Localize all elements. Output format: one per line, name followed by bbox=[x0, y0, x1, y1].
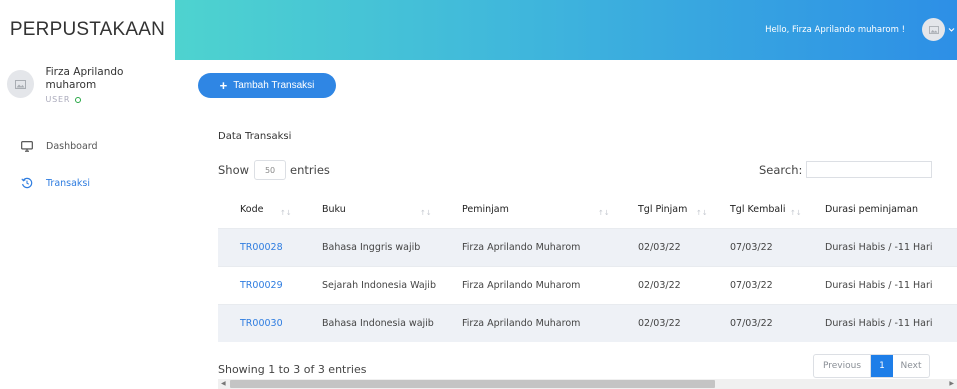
table-cell-buku: Bahasa Inggris wajib bbox=[300, 227, 440, 266]
previous-page-button[interactable]: Previous bbox=[814, 355, 871, 377]
greeting-text: Hello, Firza Aprilando muharom ! bbox=[765, 25, 905, 35]
column-header-durasi[interactable]: Durasi peminjaman bbox=[803, 193, 957, 228]
table-cell-tgl-kembali: 07/03/22 bbox=[708, 303, 803, 342]
next-page-button[interactable]: Next bbox=[893, 355, 929, 377]
image-placeholder-icon bbox=[928, 25, 939, 34]
user-name: Firza Aprilando muharom bbox=[45, 66, 124, 91]
top-navbar: Hello, Firza Aprilando muharom ! bbox=[175, 0, 957, 60]
table-cell-tgl-pinjam: 02/03/22 bbox=[616, 265, 708, 304]
table-cell-peminjam: Firza Aprilando Muharom bbox=[440, 227, 616, 266]
online-status-icon bbox=[75, 96, 82, 103]
sidebar-item-dashboard[interactable]: Dashboard bbox=[20, 139, 98, 153]
scroll-left-icon[interactable]: ◀ bbox=[221, 380, 226, 387]
column-header-tgl-kembali[interactable]: Tgl Kembali ↑↓ bbox=[708, 193, 803, 228]
user-profile: Firza Aprilando muharom USER bbox=[7, 66, 175, 104]
table-cell-tgl-pinjam: 02/03/22 bbox=[616, 303, 708, 342]
sort-icon: ↑↓ bbox=[790, 209, 802, 217]
brand-title: PERPUSTAKAAN bbox=[9, 19, 166, 40]
user-avatar-button[interactable] bbox=[922, 18, 945, 41]
history-icon bbox=[20, 176, 34, 190]
table-row: TR00030 Bahasa Indonesia wajib Firza Apr… bbox=[218, 303, 957, 342]
transaction-code-link[interactable]: TR00028 bbox=[218, 227, 300, 266]
table-row: TR00029 Sejarah Indonesia Wajib Firza Ap… bbox=[218, 265, 957, 304]
add-transaction-button[interactable]: + Tambah Transaksi bbox=[198, 73, 336, 98]
table-cell-peminjam: Firza Aprilando Muharom bbox=[440, 303, 616, 342]
transactions-table: Kode ↑↓ Buku ↑↓ Peminjam ↑↓ Tgl Pinjam ↑↓ Tg… bbox=[218, 193, 957, 342]
table-cell-peminjam: Firza Aprilando Muharom bbox=[440, 265, 616, 304]
plus-icon: + bbox=[219, 78, 228, 93]
sidebar: PERPUSTAKAAN Firza Aprilando muharom USE… bbox=[0, 0, 175, 389]
table-cell-buku: Sejarah Indonesia Wajib bbox=[300, 265, 440, 304]
page-1-button[interactable]: 1 bbox=[871, 355, 893, 377]
sidebar-item-transaksi[interactable]: Transaksi bbox=[20, 176, 90, 190]
column-header-tgl-pinjam[interactable]: Tgl Pinjam ↑↓ bbox=[616, 193, 708, 228]
table-cell-durasi: Durasi Habis / -11 Hari bbox=[803, 303, 957, 342]
chevron-down-icon[interactable] bbox=[948, 26, 955, 33]
search-control: Search: bbox=[759, 161, 933, 178]
entries-label: entries bbox=[290, 163, 330, 177]
card-title: Data Transaksi bbox=[218, 131, 292, 142]
sort-icon: ↑↓ bbox=[696, 209, 708, 217]
pagination: Previous 1 Next bbox=[813, 354, 930, 378]
entries-length-control: Show 50 entries bbox=[218, 160, 330, 180]
table-cell-durasi: Durasi Habis / -11 Hari bbox=[803, 227, 957, 266]
horizontal-scrollbar[interactable]: ◀ ▶ bbox=[218, 379, 957, 389]
sidebar-item-label: Transaksi bbox=[46, 177, 91, 189]
table-info: Showing 1 to 3 of 3 entries bbox=[218, 363, 367, 376]
table-row: TR00028 Bahasa Inggris wajib Firza April… bbox=[218, 227, 957, 266]
scrollbar-thumb[interactable] bbox=[230, 380, 715, 388]
table-cell-tgl-kembali: 07/03/22 bbox=[708, 227, 803, 266]
table-cell-buku: Bahasa Indonesia wajib bbox=[300, 303, 440, 342]
table-cell-durasi: Durasi Habis / -11 Hari bbox=[803, 265, 957, 304]
column-header-buku[interactable]: Buku ↑↓ bbox=[300, 193, 440, 228]
monitor-icon bbox=[20, 139, 34, 153]
user-role: USER bbox=[45, 95, 71, 104]
table-cell-tgl-pinjam: 02/03/22 bbox=[616, 227, 708, 266]
scroll-right-icon[interactable]: ▶ bbox=[949, 380, 954, 387]
search-label: Search: bbox=[759, 162, 803, 177]
add-transaction-label: Tambah Transaksi bbox=[233, 80, 315, 91]
sort-icon: ↑↓ bbox=[420, 209, 432, 217]
search-input[interactable] bbox=[806, 161, 933, 178]
avatar bbox=[7, 70, 35, 98]
transaction-code-link[interactable]: TR00029 bbox=[218, 265, 300, 304]
column-header-kode[interactable]: Kode ↑↓ bbox=[218, 193, 300, 228]
sort-icon: ↑↓ bbox=[280, 209, 292, 217]
table-cell-tgl-kembali: 07/03/22 bbox=[708, 265, 803, 304]
table-header-row: Kode ↑↓ Buku ↑↓ Peminjam ↑↓ Tgl Pinjam ↑↓ Tg… bbox=[218, 193, 957, 228]
show-label: Show bbox=[218, 163, 250, 177]
column-header-peminjam[interactable]: Peminjam ↑↓ bbox=[440, 193, 616, 228]
image-placeholder-icon bbox=[15, 79, 27, 89]
sort-icon: ↑↓ bbox=[598, 209, 610, 217]
transaction-code-link[interactable]: TR00030 bbox=[218, 303, 300, 342]
entries-select[interactable]: 50 bbox=[254, 160, 287, 180]
sidebar-item-label: Dashboard bbox=[46, 140, 98, 152]
